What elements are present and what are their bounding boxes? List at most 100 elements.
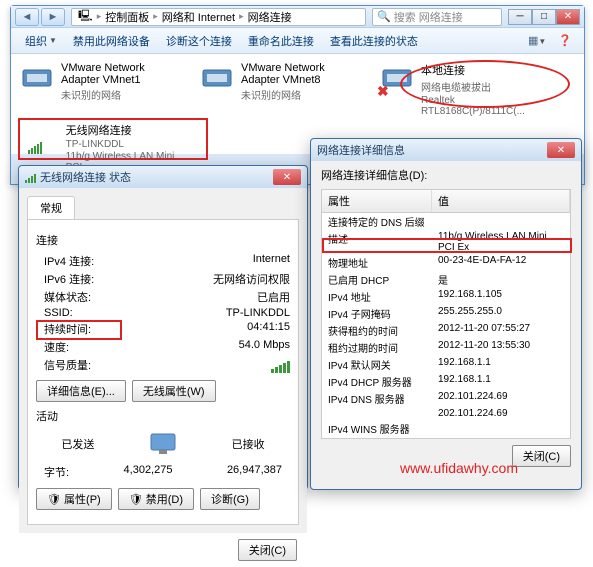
diagnose-button[interactable]: 诊断这个连接 bbox=[160, 31, 238, 51]
prop-cell: 已启用 DHCP bbox=[322, 271, 432, 288]
prop-cell: 租约过期的时间 bbox=[322, 339, 432, 356]
network-adapter-icon bbox=[19, 62, 55, 98]
adapter-local[interactable]: ✖ 本地连接 网络电缆被拔出 Realtek RTL8168C(P)/8111C… bbox=[379, 62, 539, 146]
bytes-label: 字节: bbox=[44, 464, 69, 480]
tab-general[interactable]: 常规 bbox=[27, 196, 75, 219]
dialog-close-button[interactable]: ✕ bbox=[547, 142, 575, 158]
sent-label: 已发送 bbox=[61, 436, 94, 452]
breadcrumb[interactable]: 🖳 ▸ 控制面板 ▸ 网络和 Internet ▸ 网络连接 bbox=[71, 8, 366, 26]
table-row[interactable]: 已启用 DHCP是 bbox=[322, 271, 570, 288]
dialog-title: 网络连接详细信息 bbox=[317, 142, 547, 158]
val-cell: 2012-11-20 13:55:30 bbox=[432, 339, 570, 356]
table-row[interactable]: 物理地址00-23-4E-DA-FA-12 bbox=[322, 254, 570, 271]
dialog-close-button[interactable]: ✕ bbox=[273, 169, 301, 185]
adapter-status: 未识别的网络 bbox=[61, 87, 179, 102]
details-table: 属性 值 连接特定的 DNS 后缀描述11b/g Wireless LAN Mi… bbox=[321, 189, 571, 439]
val-cell: 2012-11-20 07:55:27 bbox=[432, 322, 570, 339]
val-cell: 192.168.1.1 bbox=[432, 373, 570, 390]
val-cell: 192.168.1.1 bbox=[432, 356, 570, 373]
dialog-title: 无线网络连接 状态 bbox=[40, 169, 273, 185]
section-connection: 连接 bbox=[36, 232, 290, 248]
adapter-title: VMware Network Adapter VMnet8 bbox=[241, 62, 359, 86]
val-cell: 00-23-4E-DA-FA-12 bbox=[432, 254, 570, 271]
close-button[interactable]: 关闭(C) bbox=[238, 539, 297, 561]
toolbar: 组织▼ 禁用此网络设备 诊断这个连接 重命名此连接 查看此连接的状态 ▦▼ ❓ bbox=[11, 28, 584, 54]
table-row[interactable]: 描述11b/g Wireless LAN Mini PCI Ex bbox=[322, 230, 570, 254]
search-icon: 🔍 bbox=[377, 10, 391, 23]
search-input[interactable]: 🔍 搜索 网络连接 bbox=[372, 8, 502, 26]
val-cell bbox=[432, 213, 570, 230]
adapter-ssid: TP-LINKDDL bbox=[66, 139, 188, 150]
minimize-button[interactable]: ─ bbox=[508, 9, 532, 25]
view-status-button[interactable]: 查看此连接的状态 bbox=[324, 31, 424, 51]
table-row[interactable]: IPv4 DHCP 服务器192.168.1.1 bbox=[322, 373, 570, 390]
signal-icon bbox=[25, 171, 36, 183]
disconnected-icon: ✖ bbox=[377, 83, 389, 100]
section-activity: 活动 bbox=[36, 408, 290, 424]
table-row[interactable]: IPv4 WINS 服务器 bbox=[322, 420, 570, 437]
table-row[interactable]: IPv4 DNS 服务器202.101.224.69 bbox=[322, 390, 570, 407]
col-property[interactable]: 属性 bbox=[322, 190, 432, 212]
val-cell bbox=[432, 420, 570, 437]
info-row: IPv4 连接:Internet bbox=[44, 252, 290, 270]
close-button[interactable]: ✕ bbox=[556, 9, 580, 25]
rename-button[interactable]: 重命名此连接 bbox=[242, 31, 320, 51]
organize-menu[interactable]: 组织▼ bbox=[19, 31, 63, 51]
prop-cell: IPv4 WINS 服务器 bbox=[322, 420, 432, 437]
disable-button[interactable]: 🛡 禁用(D) bbox=[118, 488, 194, 510]
window-titlebar: ◄ ► 🖳 ▸ 控制面板 ▸ 网络和 Internet ▸ 网络连接 🔍 搜索 … bbox=[11, 6, 584, 28]
table-row[interactable]: IPv4 地址192.168.1.105 bbox=[322, 288, 570, 305]
help-button[interactable]: ❓ bbox=[554, 32, 576, 49]
details-button[interactable]: 详细信息(E)... bbox=[36, 380, 126, 402]
breadcrumb-item[interactable]: 网络连接 bbox=[248, 9, 292, 25]
network-adapter-icon: ✖ bbox=[379, 62, 415, 98]
prop-cell: 连接特定的 DNS 后缀 bbox=[322, 213, 432, 230]
prop-cell: 获得租约的时间 bbox=[322, 322, 432, 339]
col-value[interactable]: 值 bbox=[432, 190, 570, 212]
breadcrumb-icon: 🖳 bbox=[78, 7, 93, 26]
table-row[interactable]: IPv4 子网掩码255.255.255.0 bbox=[322, 305, 570, 322]
adapter-title: 无线网络连接 bbox=[66, 122, 188, 138]
activity-icon bbox=[145, 430, 181, 458]
table-row[interactable]: 获得租约的时间2012-11-20 07:55:27 bbox=[322, 322, 570, 339]
diagnose-button[interactable]: 诊断(G) bbox=[200, 488, 260, 510]
prop-cell: 物理地址 bbox=[322, 254, 432, 271]
val-cell: 202.101.224.69 bbox=[432, 390, 570, 407]
val-cell: 11b/g Wireless LAN Mini PCI Ex bbox=[432, 230, 570, 254]
connection-details-dialog: 网络连接详细信息 ✕ 网络连接详细信息(D): 属性 值 连接特定的 DNS 后… bbox=[310, 138, 582, 490]
nav-forward-button[interactable]: ► bbox=[41, 8, 65, 26]
nav-back-button[interactable]: ◄ bbox=[15, 8, 39, 26]
wireless-status-dialog: 无线网络连接 状态 ✕ 常规 连接 IPv4 连接:Internet IPv6 … bbox=[18, 165, 308, 490]
info-row: 信号质量: bbox=[44, 356, 290, 374]
adapter-status: 网络电缆被拔出 bbox=[421, 79, 539, 94]
properties-button[interactable]: 🛡 属性(P) bbox=[36, 488, 112, 510]
prop-cell: IPv4 子网掩码 bbox=[322, 305, 432, 322]
details-description: 网络连接详细信息(D): bbox=[311, 161, 581, 189]
dialog-titlebar: 网络连接详细信息 ✕ bbox=[311, 139, 581, 161]
table-row[interactable]: 租约过期的时间2012-11-20 13:55:30 bbox=[322, 339, 570, 356]
watermark: www.ufidawhy.com bbox=[400, 460, 518, 476]
breadcrumb-item[interactable]: 控制面板 bbox=[105, 9, 149, 25]
info-row: 媒体状态:已启用 bbox=[44, 288, 290, 306]
prop-cell: IPv4 地址 bbox=[322, 288, 432, 305]
close-button[interactable]: 关闭(C) bbox=[512, 445, 571, 467]
maximize-button[interactable]: □ bbox=[532, 9, 556, 25]
adapter-status: 未识别的网络 bbox=[241, 87, 359, 102]
val-cell: 192.168.1.105 bbox=[432, 288, 570, 305]
table-row[interactable]: 连接特定的 DNS 后缀 bbox=[322, 213, 570, 230]
table-row[interactable]: IPv4 默认网关192.168.1.1 bbox=[322, 356, 570, 373]
adapter-vmnet8[interactable]: VMware Network Adapter VMnet8 未识别的网络 bbox=[199, 62, 359, 146]
info-row: 速度:54.0 Mbps bbox=[44, 338, 290, 356]
info-row: SSID:TP-LINKDDL bbox=[44, 306, 290, 320]
received-label: 已接收 bbox=[232, 436, 265, 452]
info-row: 持续时间:04:41:15 bbox=[44, 320, 290, 338]
val-cell: 255.255.255.0 bbox=[432, 305, 570, 322]
prop-cell: IPv4 DNS 服务器 bbox=[322, 390, 432, 407]
dialog-titlebar: 无线网络连接 状态 ✕ bbox=[19, 166, 307, 188]
wireless-properties-button[interactable]: 无线属性(W) bbox=[132, 380, 216, 402]
disable-device-button[interactable]: 禁用此网络设备 bbox=[67, 31, 156, 51]
view-options-button[interactable]: ▦▼ bbox=[524, 32, 550, 49]
breadcrumb-item[interactable]: 网络和 Internet bbox=[162, 9, 235, 25]
table-row[interactable]: 202.101.224.69 bbox=[322, 407, 570, 420]
prop-cell bbox=[322, 407, 432, 420]
